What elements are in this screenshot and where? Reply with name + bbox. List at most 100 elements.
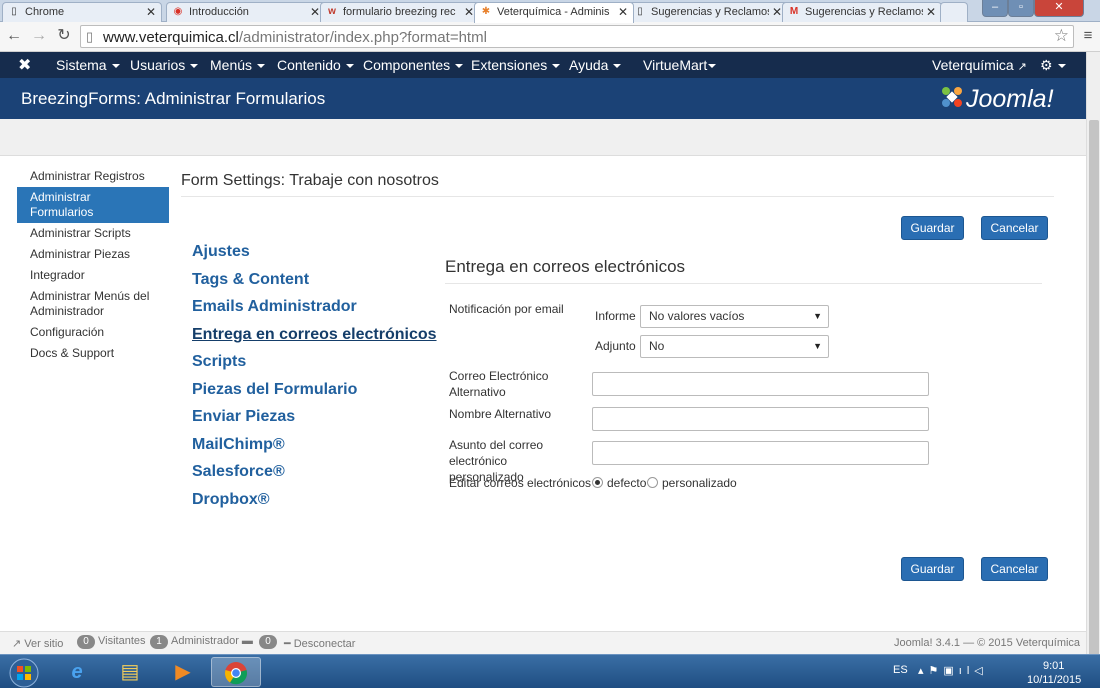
radio-defecto[interactable] <box>592 477 603 488</box>
nav-menus[interactable]: Menús <box>210 57 266 73</box>
browser-tab[interactable]: ◉ Introducción ✕ <box>166 2 326 22</box>
settings-gear-icon[interactable]: ⚙ <box>1040 57 1066 74</box>
maximize-icon[interactable]: ▫ <box>1008 0 1034 17</box>
url-input[interactable]: ▯ www.veterquimica.cl/administrator/inde… <box>80 25 1074 48</box>
tab-label: Introducción <box>189 6 249 18</box>
settings-tab-mailchimp[interactable]: MailChimp® <box>192 433 437 461</box>
reload-icon[interactable]: ↻ <box>54 26 74 46</box>
settings-tab-emails-admin[interactable]: Emails Administrador <box>192 295 437 323</box>
clock-time[interactable]: 9:01 <box>1043 660 1064 672</box>
tab-label: Veterquímica - Adminis <box>497 6 610 18</box>
scrollbar-thumb[interactable] <box>1089 120 1099 668</box>
save-button-top[interactable]: Guardar <box>901 216 964 240</box>
sidebar-item-integrador[interactable]: Integrador <box>17 265 169 286</box>
settings-tab-enviar-piezas[interactable]: Enviar Piezas <box>192 405 437 433</box>
forward-icon[interactable]: → <box>29 26 49 46</box>
close-icon[interactable]: ✕ <box>146 3 156 21</box>
radio-defecto-label: defecto <box>607 476 647 490</box>
browser-tab[interactable]: ▯ Chrome ✕ <box>2 2 162 22</box>
view-site-link[interactable]: ↗ Ver sitio <box>12 637 63 650</box>
logout-link[interactable]: ━ Desconectar <box>284 637 355 650</box>
attach-select-value: No <box>649 339 665 353</box>
subject-input[interactable] <box>592 441 929 465</box>
media-player-icon[interactable]: ▶ <box>158 657 208 687</box>
cancel-button-top[interactable]: Cancelar <box>981 216 1048 240</box>
caret-down-icon <box>552 64 561 69</box>
nav-sistema[interactable]: Sistema <box>56 57 120 73</box>
gmail-icon: M <box>789 6 799 17</box>
external-link-icon: ↗ <box>12 638 22 650</box>
settings-tab-piezas[interactable]: Piezas del Formulario <box>192 378 437 406</box>
close-icon[interactable]: ✕ <box>464 3 474 21</box>
nav-ayuda[interactable]: Ayuda <box>569 57 622 73</box>
language-indicator[interactable]: ES <box>893 664 908 676</box>
sidebar-item-piezas[interactable]: Administrar Piezas <box>17 244 169 265</box>
w-icon: w <box>328 6 336 17</box>
caret-down-icon <box>257 64 266 69</box>
new-tab-button[interactable] <box>940 2 968 22</box>
settings-tab-entrega-correos[interactable]: Entrega en correos electrónicos <box>192 323 437 351</box>
minimize-icon[interactable]: – <box>982 0 1008 17</box>
close-icon[interactable]: ✕ <box>618 3 628 21</box>
sidebar-item-docs[interactable]: Docs & Support <box>17 343 169 364</box>
close-icon[interactable]: ✕ <box>310 3 320 21</box>
attach-select[interactable]: No ▼ <box>640 335 829 358</box>
caret-down-icon <box>455 64 464 69</box>
save-button-bottom[interactable]: Guardar <box>901 557 964 581</box>
caret-down-icon <box>111 64 120 69</box>
page-scrollbar[interactable] <box>1086 52 1100 668</box>
folder-icon[interactable]: ▤ <box>105 657 155 687</box>
sidebar-item-configuracion[interactable]: Configuración <box>17 322 169 343</box>
radio-personalizado[interactable] <box>647 477 658 488</box>
joomla-logo-icon[interactable]: ✖ <box>18 55 31 75</box>
browser-tab[interactable]: ▯ Sugerencias y Reclamos ✕ <box>628 2 788 22</box>
settings-tab-scripts[interactable]: Scripts <box>192 350 437 378</box>
start-button[interactable] <box>0 657 48 688</box>
tray-icons[interactable]: ▴⚑▣ıl◁ <box>918 664 988 677</box>
sidebar-item-registros[interactable]: Administrar Registros <box>17 166 169 187</box>
close-icon[interactable]: ✕ <box>772 3 782 21</box>
close-icon[interactable]: ✕ <box>926 3 936 21</box>
version-text: Joomla! 3.4.1 — © 2015 Veterquímica <box>894 637 1081 649</box>
minus-icon: ━ <box>284 638 291 650</box>
settings-tab-ajustes[interactable]: Ajustes <box>192 240 437 268</box>
alt-name-input[interactable] <box>592 407 929 431</box>
chevron-down-icon: ▼ <box>813 311 822 321</box>
internet-explorer-icon[interactable]: e <box>52 657 102 687</box>
browser-tab[interactable]: M Sugerencias y Reclamos ✕ <box>782 2 942 22</box>
alt-email-input[interactable] <box>592 372 929 396</box>
nav-usuarios[interactable]: Usuarios <box>130 57 199 73</box>
chrome-taskbar-icon[interactable] <box>211 657 261 687</box>
browser-tab-active[interactable]: ✱ Veterquímica - Adminis ✕ <box>474 2 634 23</box>
admins-status: 1 Administrador ▬ <box>150 635 253 649</box>
external-link-icon: ↗ <box>1017 61 1027 73</box>
bookmark-star-icon[interactable]: ☆ <box>1054 26 1069 46</box>
sidebar-item-scripts[interactable]: Administrar Scripts <box>17 223 169 244</box>
sidebar-item-menus-admin[interactable]: Administrar Menús del Administrador <box>17 286 169 322</box>
clock-date[interactable]: 10/11/2015 <box>1027 674 1081 686</box>
back-icon[interactable]: ← <box>4 26 24 46</box>
close-window-icon[interactable]: ✕ <box>1034 0 1084 17</box>
url-host: www.veterquimica.cl <box>103 29 239 46</box>
browser-tab[interactable]: w formulario breezing rec ✕ <box>320 2 480 22</box>
nav-componentes[interactable]: Componentes <box>363 57 464 73</box>
joomla-brand-logo: Joomla! <box>940 83 1054 114</box>
settings-tab-salesforce[interactable]: Salesforce® <box>192 460 437 488</box>
admins-badge: 1 <box>150 635 168 649</box>
settings-tab-tags-content[interactable]: Tags & Content <box>192 268 437 296</box>
windows-start-icon <box>9 658 39 688</box>
cancel-button-bottom[interactable]: Cancelar <box>981 557 1048 581</box>
sidebar-item-formularios[interactable]: Administrar Formularios <box>17 187 169 223</box>
nav-extensiones[interactable]: Extensiones <box>471 57 561 73</box>
subhead-toolbar <box>0 119 1086 156</box>
site-link[interactable]: Veterquímica ↗ <box>932 57 1027 73</box>
settings-tab-dropbox[interactable]: Dropbox® <box>192 488 437 516</box>
tab-label: Sugerencias y Reclamos <box>651 6 769 18</box>
messages-badge: 0 <box>259 635 277 649</box>
radio-personalizado-label: personalizado <box>662 476 737 490</box>
chrome-menu-icon[interactable]: ≡ <box>1078 26 1098 46</box>
nav-contenido[interactable]: Contenido <box>277 57 354 73</box>
nav-virtuemart[interactable]: VirtueMart <box>643 57 717 73</box>
report-select[interactable]: No valores vacíos ▼ <box>640 305 829 328</box>
caret-down-icon <box>1057 64 1066 69</box>
